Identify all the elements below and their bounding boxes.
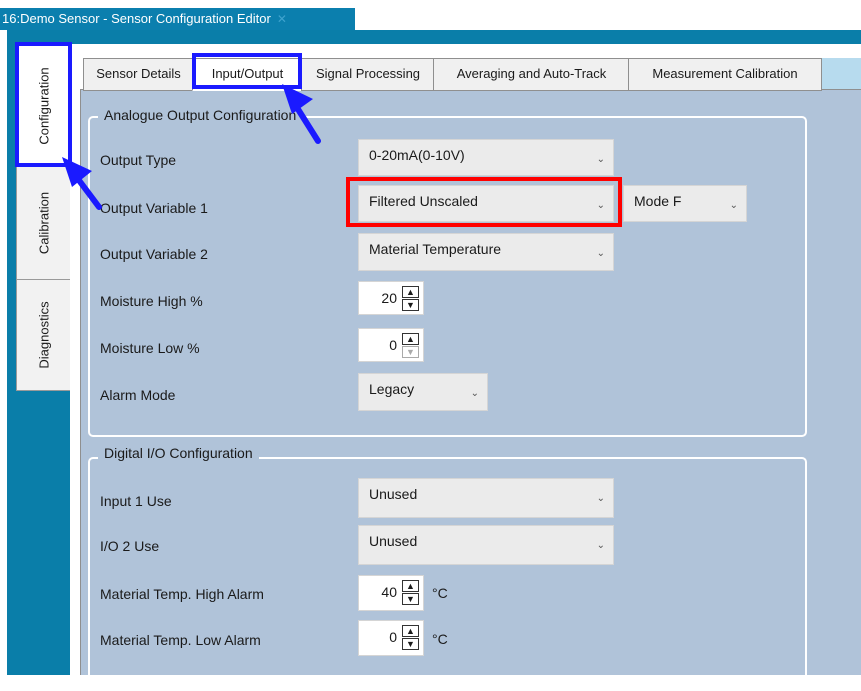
tab-strip-filler bbox=[820, 58, 861, 89]
highlight-configuration-tab bbox=[15, 42, 72, 167]
tab-averaging-auto-track[interactable]: Averaging and Auto-Track bbox=[433, 58, 630, 91]
alarm-mode-value: Legacy bbox=[369, 381, 415, 397]
alarm-mode-select[interactable]: Legacy ⌄ bbox=[358, 373, 488, 411]
triangle-up-icon[interactable]: ▲ bbox=[402, 333, 419, 345]
chevron-down-icon: ⌄ bbox=[470, 388, 479, 399]
temp-low-alarm-unit: °C bbox=[432, 631, 448, 647]
temp-high-alarm-label: Material Temp. High Alarm bbox=[100, 586, 264, 602]
side-tab-calibration[interactable]: Calibration bbox=[16, 166, 71, 280]
output-variable-2-label: Output Variable 2 bbox=[100, 246, 208, 262]
chevron-down-icon: ⌄ bbox=[596, 540, 605, 551]
triangle-down-icon[interactable]: ▼ bbox=[402, 299, 419, 311]
output-variable-1-mode-select[interactable]: Mode F ⌄ bbox=[623, 185, 747, 222]
temp-high-alarm-value: 40 bbox=[381, 584, 397, 600]
tab-measurement-calibration[interactable]: Measurement Calibration bbox=[628, 58, 822, 91]
temp-high-alarm-unit: °C bbox=[432, 585, 448, 601]
tab-sensor-details[interactable]: Sensor Details bbox=[83, 58, 194, 91]
output-variable-2-value: Material Temperature bbox=[369, 241, 502, 257]
output-type-value: 0-20mA(0-10V) bbox=[369, 147, 465, 163]
triangle-up-icon[interactable]: ▲ bbox=[402, 625, 419, 637]
moisture-high-label: Moisture High % bbox=[100, 293, 203, 309]
moisture-low-stepper[interactable]: 0 ▲ ▼ bbox=[358, 328, 424, 362]
chevron-down-icon: ⌄ bbox=[596, 493, 605, 504]
moisture-low-label: Moisture Low % bbox=[100, 340, 200, 356]
io-2-use-label: I/O 2 Use bbox=[100, 538, 160, 554]
temp-low-alarm-stepper[interactable]: 0 ▲ ▼ bbox=[358, 620, 424, 656]
chevron-down-icon: ⌄ bbox=[596, 248, 605, 259]
alarm-mode-label: Alarm Mode bbox=[100, 387, 176, 403]
triangle-up-icon[interactable]: ▲ bbox=[402, 286, 419, 298]
group-title-digital: Digital I/O Configuration bbox=[98, 444, 259, 462]
temp-low-alarm-value: 0 bbox=[389, 629, 397, 645]
document-tab[interactable]: 16:Demo Sensor - Sensor Configuration Ed… bbox=[0, 8, 355, 30]
input-1-use-select[interactable]: Unused ⌄ bbox=[358, 478, 614, 518]
triangle-down-icon[interactable]: ▼ bbox=[402, 593, 419, 605]
input-1-use-label: Input 1 Use bbox=[100, 493, 172, 509]
moisture-high-stepper[interactable]: 20 ▲ ▼ bbox=[358, 281, 424, 315]
moisture-low-value: 0 bbox=[389, 337, 397, 353]
highlight-output-variable-1 bbox=[346, 177, 622, 227]
group-title-analogue: Analogue Output Configuration bbox=[98, 106, 303, 124]
io-2-use-value: Unused bbox=[369, 533, 418, 549]
document-title: 16:Demo Sensor - Sensor Configuration Ed… bbox=[2, 11, 271, 26]
side-tab-label: Diagnostics bbox=[36, 301, 51, 369]
triangle-up-icon[interactable]: ▲ bbox=[402, 580, 419, 592]
chevron-down-icon: ⌄ bbox=[729, 200, 738, 211]
temp-high-alarm-stepper[interactable]: 40 ▲ ▼ bbox=[358, 575, 424, 611]
output-type-label: Output Type bbox=[100, 152, 177, 168]
side-tab-label: Calibration bbox=[36, 191, 51, 255]
output-variable-1-mode-value: Mode F bbox=[634, 193, 682, 209]
highlight-input-output-tab bbox=[192, 53, 302, 89]
side-tab-diagnostics[interactable]: Diagnostics bbox=[16, 279, 71, 391]
output-variable-2-select[interactable]: Material Temperature ⌄ bbox=[358, 233, 614, 271]
triangle-down-icon[interactable]: ▼ bbox=[402, 346, 419, 358]
moisture-high-value: 20 bbox=[381, 290, 397, 306]
input-1-use-value: Unused bbox=[369, 486, 418, 502]
temp-low-alarm-label: Material Temp. Low Alarm bbox=[100, 632, 261, 648]
tab-signal-processing[interactable]: Signal Processing bbox=[301, 58, 435, 91]
close-icon[interactable]: ✕ bbox=[277, 12, 287, 26]
output-variable-1-label: Output Variable 1 bbox=[100, 200, 208, 216]
io-2-use-select[interactable]: Unused ⌄ bbox=[358, 525, 614, 565]
chevron-down-icon: ⌄ bbox=[596, 154, 605, 165]
output-type-select[interactable]: 0-20mA(0-10V) ⌄ bbox=[358, 139, 614, 176]
triangle-down-icon[interactable]: ▼ bbox=[402, 638, 419, 650]
